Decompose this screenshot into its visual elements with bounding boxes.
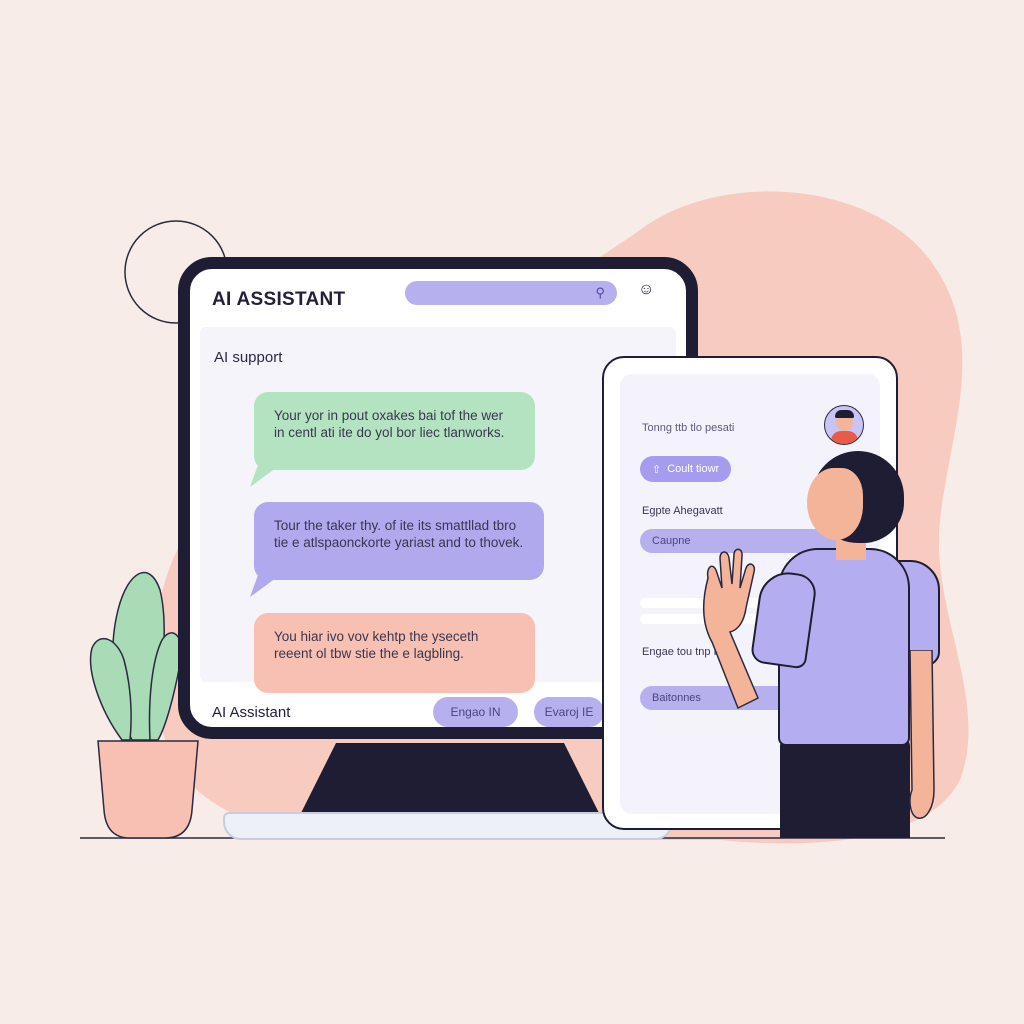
footer-button-1[interactable]: Engao IN (433, 697, 518, 727)
person-pants (780, 738, 910, 838)
tablet-label-1: Egpte Ahegavatt (642, 505, 723, 517)
tablet-button[interactable]: ⇧ Coult tiowr (640, 456, 731, 482)
person-arm-right (909, 650, 935, 819)
message-text: Tour the taker thy. of ite its smattllad… (274, 518, 524, 550)
arrow-icon: ⇧ (652, 463, 662, 476)
tablet-heading: Tonng ttb tlo pesati (642, 422, 735, 434)
tablet-field-1-text: Caupne (652, 535, 691, 547)
search-bar[interactable]: ⚲ (405, 281, 617, 305)
footer-label: AI Assistant (212, 704, 291, 721)
chat-message-3: You hiar ivo vov kehtp the yseceth reeen… (254, 613, 535, 693)
bubble-tail-1 (250, 465, 280, 487)
section-label: AI support (214, 349, 283, 366)
footer-button-2[interactable]: Evaroj IE (534, 697, 604, 727)
avatar-shirt (831, 431, 858, 444)
bubble-tail-2 (250, 575, 280, 597)
app-title: AI ASSISTANT (212, 289, 346, 310)
chat-message-1: Your yor in pout oxakes bai tof the wer … (254, 392, 535, 470)
monitor-stand (300, 743, 600, 815)
message-text: You hiar ivo vov kehtp the yseceth reeen… (274, 629, 479, 661)
person-waving-hand (702, 548, 759, 710)
chat-message-2: Tour the taker thy. of ite its smattllad… (254, 502, 544, 580)
person-face (807, 468, 863, 540)
avatar[interactable] (824, 405, 864, 445)
user-icon[interactable]: ☺ (638, 281, 654, 299)
monitor-header: AI ASSISTANT ⚲ ☺ (190, 269, 686, 329)
message-text: Your yor in pout oxakes bai tof the wer … (274, 408, 505, 440)
tablet-button-label: Coult tiowr (667, 463, 720, 475)
search-icon[interactable]: ⚲ (595, 285, 605, 301)
avatar-hair (835, 410, 854, 418)
